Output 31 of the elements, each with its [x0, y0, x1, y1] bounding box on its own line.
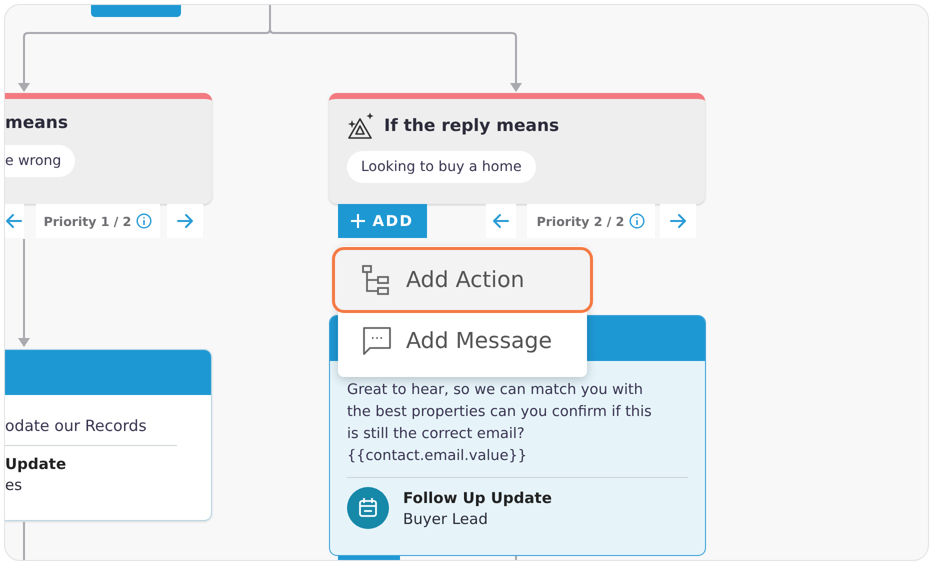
action-subtitle: es [5, 476, 24, 494]
connector-line [515, 556, 517, 560]
condition-title: If the reply means [384, 116, 560, 136]
info-icon[interactable] [629, 213, 646, 229]
arrow-right-icon [175, 211, 195, 231]
chat-bubble-icon [362, 326, 392, 356]
previous-button[interactable] [5, 204, 24, 238]
message-text: odate our Records [5, 416, 148, 437]
sparkle-triangle-icon [347, 113, 375, 139]
info-icon[interactable] [136, 213, 152, 229]
action-subtitle: Buyer Lead [403, 510, 489, 528]
action-title: Follow Up Update [403, 488, 552, 506]
calendar-icon [347, 487, 389, 529]
action-title: Update [5, 455, 66, 473]
arrow-right-icon [668, 211, 688, 231]
tree-icon [362, 265, 392, 295]
menu-item[interactable]: Add Message [332, 313, 593, 369]
next-button[interactable] [167, 204, 203, 238]
previous-button[interactable] [486, 204, 516, 238]
next-button[interactable] [660, 204, 696, 238]
menu-item[interactable]: Add Action [332, 247, 593, 313]
condition-title: means [5, 113, 68, 133]
reply-phrase-chip: e wrong [5, 145, 76, 177]
priority-label: Priority 2 / 2 [536, 214, 624, 228]
priority-label: Priority 1 / 2 [44, 214, 132, 228]
arrow-left-icon [5, 211, 24, 231]
arrow-left-icon [491, 211, 511, 231]
connector-line [23, 522, 25, 560]
message-text: Great to hear, so we can match you with the best properties can you confirm if this is still the correct email? {{contact.email.value}} [347, 381, 653, 466]
reply-phrase-chip: Looking to buy a home [347, 151, 536, 183]
plus-icon [351, 214, 366, 228]
